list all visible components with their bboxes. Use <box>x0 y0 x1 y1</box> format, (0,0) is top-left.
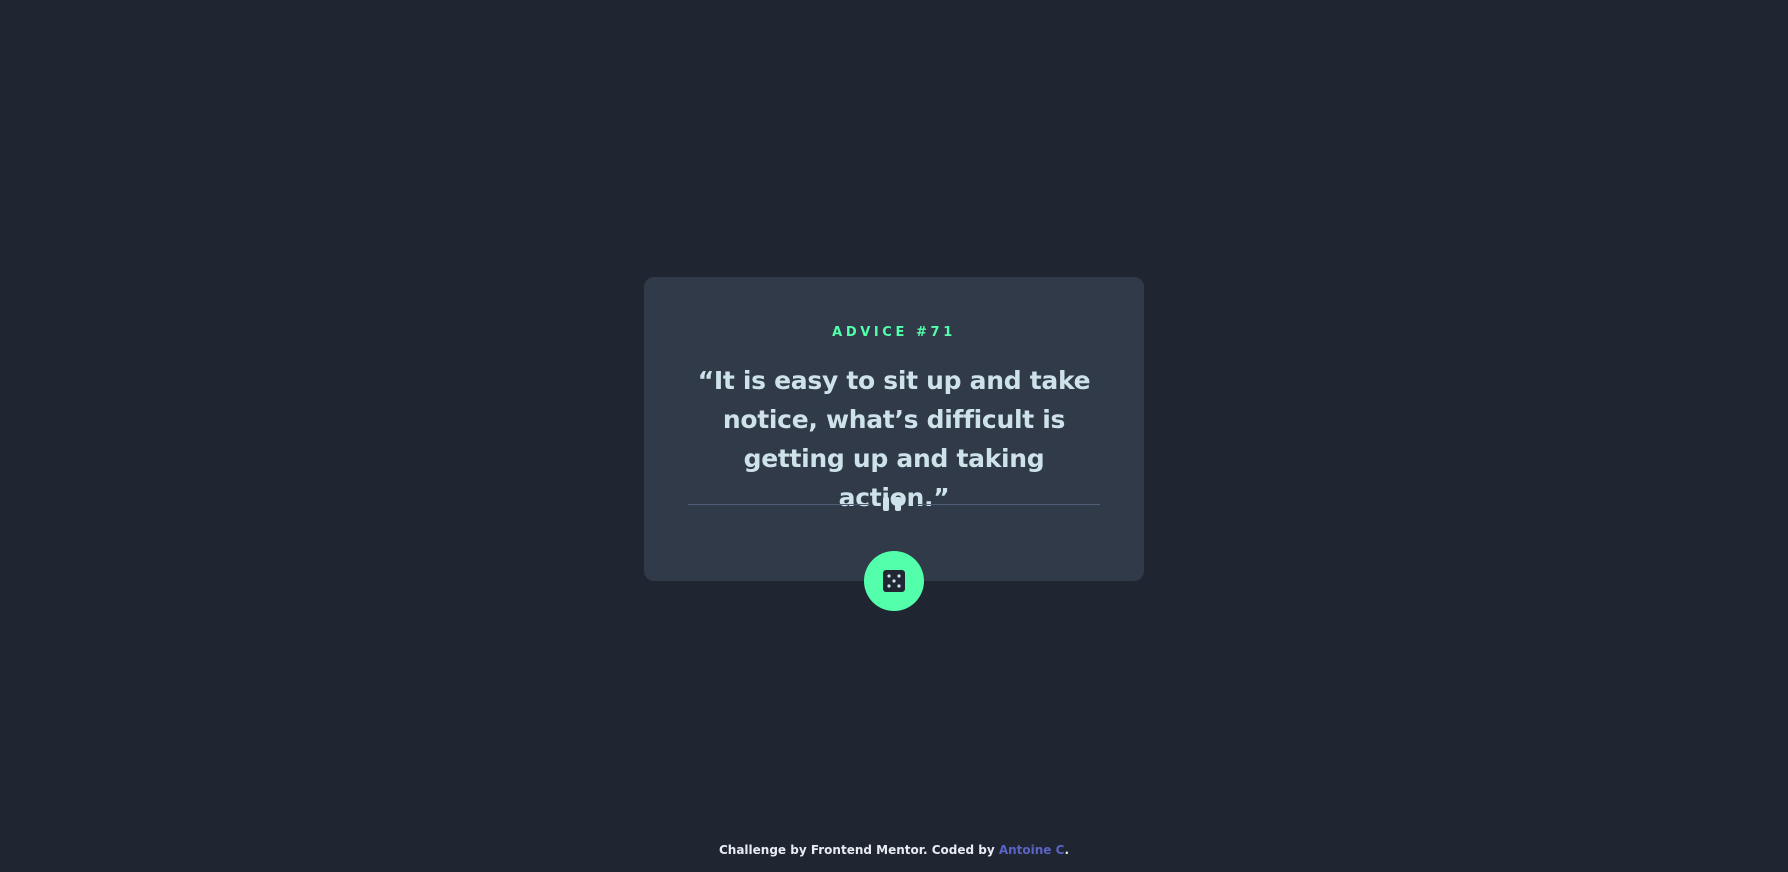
pause-icon <box>883 497 905 511</box>
pattern-divider <box>688 497 1100 511</box>
advice-quote: “It is easy to sit up and take notice, w… <box>697 366 1091 512</box>
author-link[interactable]: Antoine C <box>999 843 1065 857</box>
divider-line-left <box>688 504 870 505</box>
attribution-prefix: Challenge by Frontend Mentor. Coded by <box>718 843 999 857</box>
page: ADVICE #71 “It is easy to sit up and tak… <box>0 0 1788 872</box>
attribution: Challenge by Frontend Mentor. Coded by A… <box>0 843 1788 857</box>
dice-icon <box>883 570 905 592</box>
advice-number: ADVICE #71 <box>832 325 956 340</box>
generate-advice-button[interactable] <box>864 551 924 611</box>
divider-line-right <box>918 504 1100 505</box>
advice-card: ADVICE #71 “It is easy to sit up and tak… <box>644 277 1144 581</box>
attribution-suffix: . <box>1064 843 1069 857</box>
